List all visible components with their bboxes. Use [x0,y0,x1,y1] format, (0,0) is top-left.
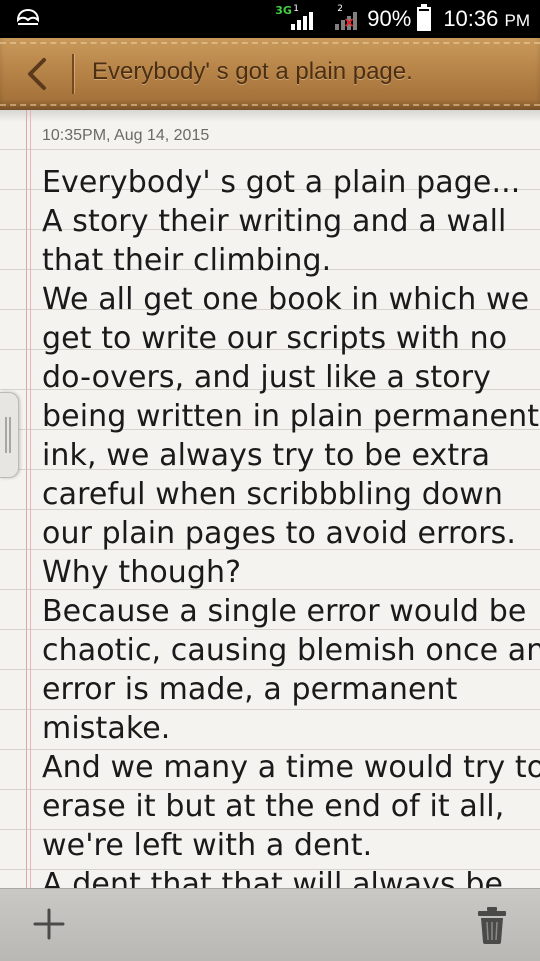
note-line: that their climbing. [42,243,332,278]
side-drawer-handle[interactable] [0,392,19,478]
header-stitch-bottom [0,104,540,106]
signal-sim2-icon: 2 × [323,4,361,32]
back-button[interactable] [18,52,56,96]
trash-icon [478,907,506,944]
note-line: Because a single error would be [42,594,527,629]
handle-grip-icon [5,417,11,453]
clock-ampm: PM [504,11,531,30]
note-line: do-overs, and just like a story [42,360,492,395]
note-line: careful when scribbbling down [42,477,504,512]
note-line: Everybody' s got a plain page... [42,165,521,200]
status-bar: 3G 1 2 × 90% 10:36 PM [0,0,540,38]
margin-line-secondary [30,110,31,888]
note-line: And we many a time would try to [42,750,540,785]
add-note-button[interactable] [30,905,68,943]
note-body-text[interactable]: Everybody' s got a plain page... A story … [42,163,540,888]
note-line: error is made, a permanent [42,672,458,707]
note-timestamp: 10:35PM, Aug 14, 2015 [42,127,210,144]
signal-sim1-icon: 3G 1 [275,4,317,32]
app-notification-icon [14,6,42,32]
note-line: A story their writing and a wall [42,204,507,239]
note-line: A dent that that will always be [42,867,504,888]
note-paper[interactable]: 10:35PM, Aug 14, 2015 Everybody' s got a… [0,110,540,888]
header-stitch-top [0,42,540,44]
network-type-label: 3G [275,4,292,17]
no-signal-x-icon: × [343,15,355,31]
plus-icon [33,908,65,940]
note-line: ink, we always try to be extra [42,438,491,473]
battery-percent: 90% [367,6,412,31]
note-line: being written in plain permanent [42,399,540,434]
delete-note-button[interactable] [474,905,510,945]
note-title: Everybody' s got a plain page. [92,58,413,85]
clock: 10:36 PM [443,6,530,32]
margin-line [26,110,27,888]
note-line: get to write our scripts with no [42,321,508,356]
note-line: chaotic, causing blemish once an [42,633,540,668]
clock-time: 10:36 [443,6,499,31]
note-line: Why though? [42,555,242,590]
battery-icon [417,4,432,31]
bottom-toolbar [0,888,540,961]
note-line: our plain pages to avoid errors. [42,516,517,551]
header-divider [72,54,74,94]
note-line: erase it but at the end of it all, [42,789,505,824]
chevron-left-icon [28,58,46,90]
note-line: we're left with a dent. [42,828,373,863]
app-header: Everybody' s got a plain page. [0,38,540,112]
paper-shadow [0,110,540,122]
note-line: We all get one book in which we [42,282,530,317]
note-line: mistake. [42,711,171,746]
